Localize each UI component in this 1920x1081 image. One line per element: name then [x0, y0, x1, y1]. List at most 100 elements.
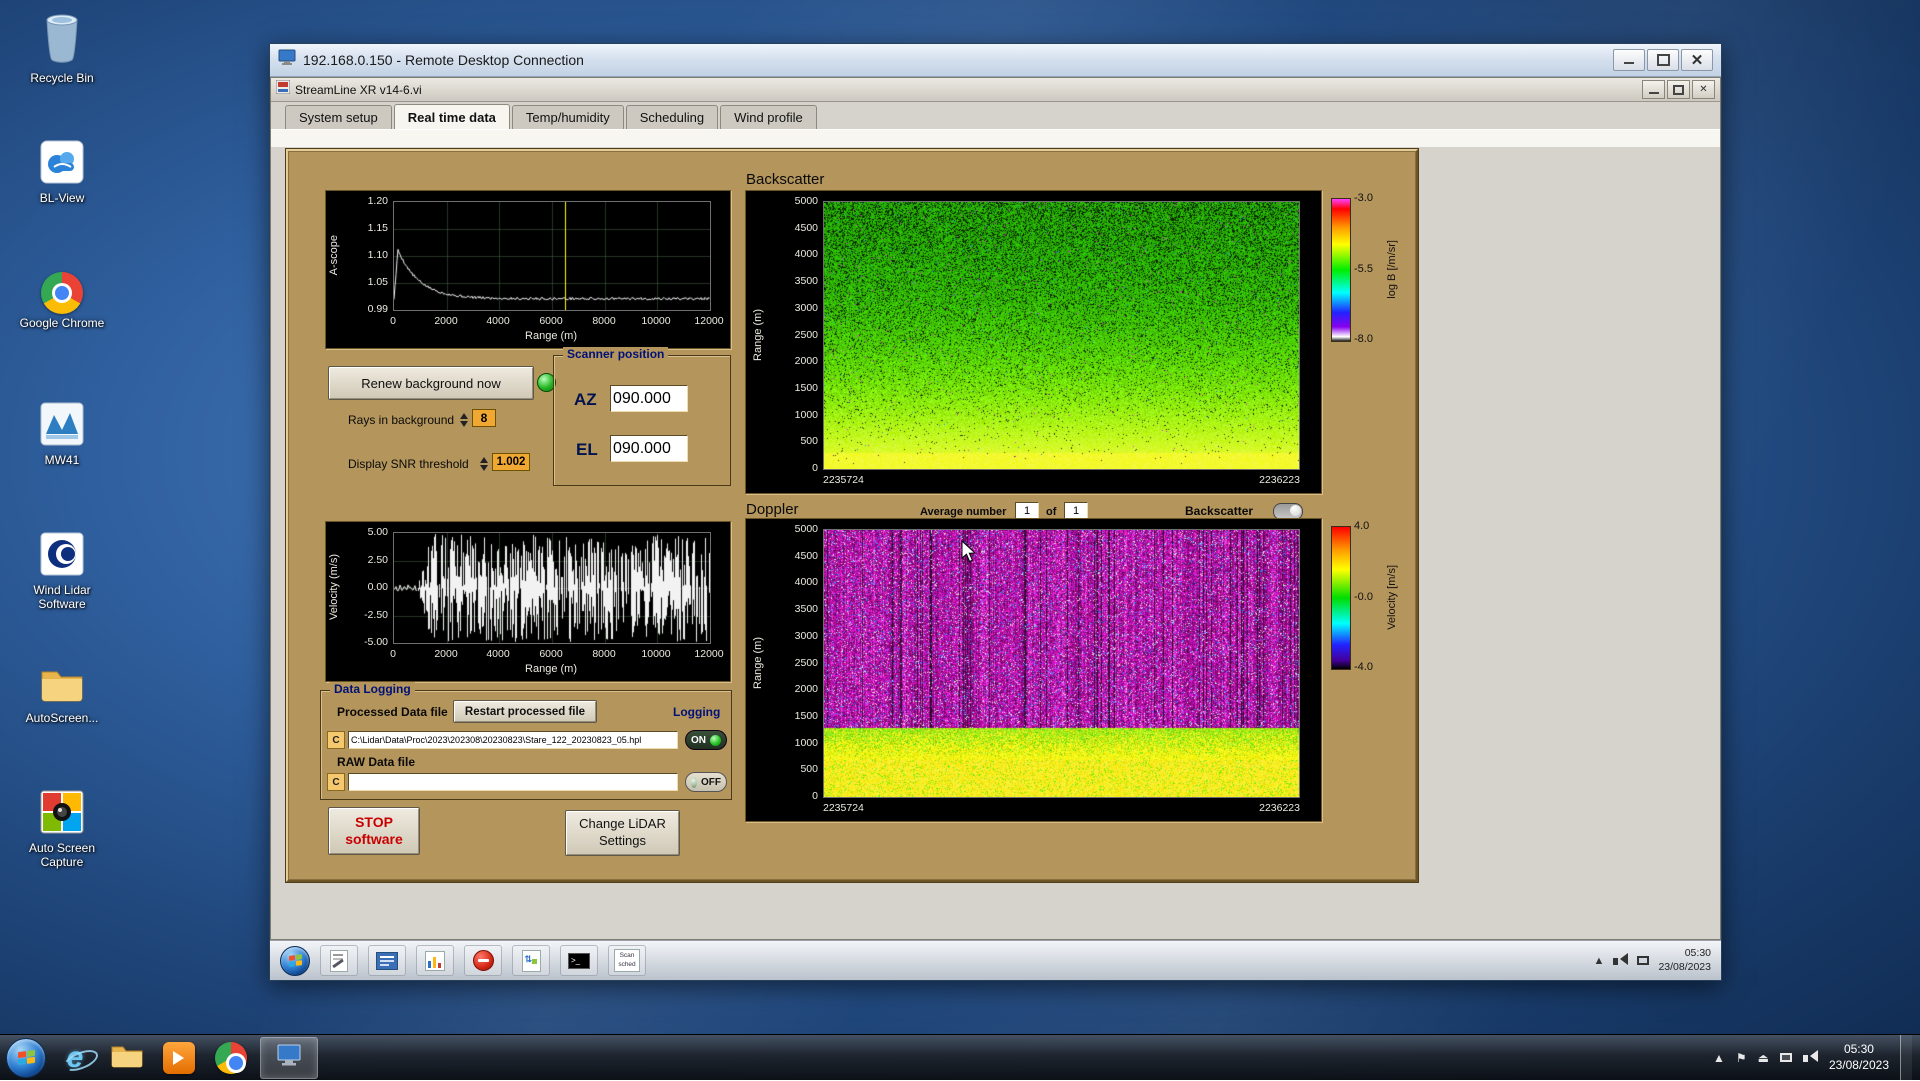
remote-app-scan-sched-icon[interactable]: Scan sched — [608, 945, 646, 976]
drive-icon[interactable]: C — [327, 773, 345, 791]
tab-temp-humidity[interactable]: Temp/humidity — [511, 105, 624, 129]
axis-tick: 1.10 — [367, 249, 388, 261]
taskbar-media-player-button[interactable] — [156, 1038, 202, 1078]
start-button[interactable] — [6, 1037, 46, 1078]
taskbar-explorer-button[interactable] — [104, 1038, 150, 1078]
desktop-icon-label: Wind Lidar Software — [33, 583, 91, 611]
desktop-icon-label: BL-View — [39, 191, 85, 205]
backscatter-map-block: Range (m) 5000 4500 4000 3500 3000 2500 … — [745, 190, 1322, 494]
auto-screen-capture-icon — [40, 790, 84, 839]
backscatter-colorbar-label: log B [/m/sr] — [1386, 239, 1398, 299]
remote-app-notes-icon[interactable] — [320, 945, 358, 976]
show-desktop-button[interactable] — [1900, 1034, 1912, 1081]
tab-system-setup[interactable]: System setup — [285, 105, 392, 129]
velocity-plot[interactable] — [393, 532, 711, 644]
remote-volume-icon[interactable] — [1613, 952, 1629, 970]
app-titlebar[interactable]: StreamLine XR v14-6.vi ✕ — [271, 78, 1720, 102]
restart-processed-file-button[interactable]: Restart processed file — [453, 700, 597, 723]
logging-label: Logging — [673, 705, 721, 719]
rdp-monitor-icon — [278, 49, 296, 71]
time-start: 2235724 — [823, 802, 864, 814]
hidden-icons-arrow[interactable]: ▲ — [1713, 1051, 1725, 1065]
system-tray: ▲ ⚑ ⏏ 05:30 23/08/2023 — [1713, 1034, 1914, 1081]
remote-app-console-icon[interactable]: >_ — [560, 945, 598, 976]
doppler-heatmap[interactable] — [823, 529, 1300, 798]
snr-threshold-label: Display SNR threshold — [348, 457, 469, 471]
stop-software-button[interactable]: STOP software — [328, 807, 420, 855]
desktop-icon-bl-view[interactable]: BL-View — [14, 140, 110, 206]
backscatter-colorbar — [1331, 198, 1351, 342]
axis-tick: 3500 — [794, 275, 818, 287]
logging-on-toggle[interactable]: ON — [685, 730, 727, 750]
desktop-icon-label: Google Chrome — [19, 316, 105, 330]
desktop-icon-label: AutoScreen... — [25, 711, 99, 725]
desktop-icon-label: MW41 — [44, 453, 80, 467]
backscatter-heatmap[interactable] — [823, 201, 1300, 470]
chrome-icon — [41, 272, 83, 314]
desktop-icon-recycle-bin[interactable]: Recycle Bin — [14, 10, 110, 86]
snr-stepper[interactable] — [478, 453, 489, 475]
az-value-field[interactable] — [610, 385, 688, 412]
axis-tick: 1500 — [794, 382, 818, 394]
change-line2: Settings — [599, 833, 646, 848]
remote-start-button[interactable] — [280, 945, 310, 976]
app-minimize-button[interactable] — [1642, 80, 1665, 99]
tab-real-time-data[interactable]: Real time data — [393, 104, 510, 129]
snr-value[interactable]: 1.002 — [492, 453, 530, 471]
taskbar-ie-button[interactable]: e — [52, 1038, 101, 1078]
remote-tray: ▲ 05:30 23/08/2023 — [1594, 947, 1711, 973]
decrement-icon — [459, 421, 468, 431]
remote-app-xr-icon[interactable]: ⇅ — [512, 945, 550, 976]
network-icon[interactable] — [1779, 1049, 1792, 1067]
desktop-icon-auto-screen-capture[interactable]: Auto Screen Capture — [14, 790, 110, 870]
action-center-flag-icon[interactable]: ⚑ — [1736, 1051, 1747, 1065]
rdp-window: 192.168.0.150 - Remote Desktop Connectio… — [269, 43, 1722, 981]
remote-clock[interactable]: 05:30 23/08/2023 — [1658, 947, 1711, 973]
desktop-icon-wind-lidar[interactable]: Wind Lidar Software — [14, 532, 110, 612]
app-close-button[interactable]: ✕ — [1692, 80, 1715, 99]
desktop-icon-mw41[interactable]: MW41 — [14, 402, 110, 468]
rdp-titlebar[interactable]: 192.168.0.150 - Remote Desktop Connectio… — [270, 44, 1721, 77]
rays-value[interactable]: 8 — [472, 409, 496, 427]
remote-app-stop-icon[interactable] — [464, 945, 502, 976]
tab-bar: System setup Real time data Temp/humidit… — [271, 102, 1720, 129]
volume-icon[interactable] — [1802, 1049, 1818, 1067]
remote-app-blue-grid-icon[interactable] — [368, 945, 406, 976]
rdp-monitor-icon — [276, 1043, 302, 1072]
rdp-maximize-button[interactable] — [1647, 49, 1679, 71]
drive-icon[interactable]: C — [327, 731, 345, 749]
remote-app-chart-icon[interactable] — [416, 945, 454, 976]
desktop-icon-autoscreen-folder[interactable]: AutoScreen... — [14, 662, 110, 726]
taskbar-rdp-button[interactable] — [260, 1036, 318, 1079]
tab-wind-profile[interactable]: Wind profile — [720, 105, 817, 129]
desktop-icon-google-chrome[interactable]: Google Chrome — [14, 272, 110, 331]
axis-tick: -2.50 — [364, 609, 388, 621]
mw41-icon — [40, 402, 84, 451]
processed-path-field[interactable] — [348, 731, 678, 749]
eject-icon[interactable]: ⏏ — [1758, 1051, 1769, 1065]
tab-scheduling[interactable]: Scheduling — [625, 105, 719, 129]
raw-path-field[interactable] — [348, 773, 678, 791]
app-restore-button[interactable] — [1667, 80, 1690, 99]
taskbar-clock[interactable]: 05:30 23/08/2023 — [1829, 1042, 1889, 1073]
axis-tick: 12000 — [694, 648, 724, 660]
doppler-ylabel: Range (m) — [752, 636, 764, 689]
taskbar-chrome-button[interactable] — [208, 1038, 254, 1078]
ascope-plot[interactable] — [393, 201, 711, 311]
remote-hidden-icons-arrow[interactable]: ▲ — [1594, 955, 1605, 967]
backscatter-switch-label: Backscatter — [1185, 504, 1254, 518]
el-label: EL — [576, 440, 598, 459]
raw-off-toggle[interactable]: OFF — [685, 772, 727, 792]
axis-tick: 1500 — [794, 710, 818, 722]
rays-stepper[interactable] — [458, 409, 469, 431]
close-icon: ✕ — [1690, 51, 1704, 69]
renew-background-button[interactable]: Renew background now — [328, 366, 534, 400]
backscatter-ylabel: Range (m) — [752, 308, 764, 361]
rdp-minimize-button[interactable] — [1613, 49, 1645, 71]
el-value-field[interactable] — [610, 435, 688, 462]
remote-network-icon[interactable] — [1637, 956, 1650, 965]
axis-tick: 12000 — [694, 315, 724, 327]
axis-tick: 3000 — [794, 630, 818, 642]
rdp-close-button[interactable]: ✕ — [1681, 49, 1713, 71]
change-lidar-settings-button[interactable]: Change LiDAR Settings — [565, 810, 680, 856]
